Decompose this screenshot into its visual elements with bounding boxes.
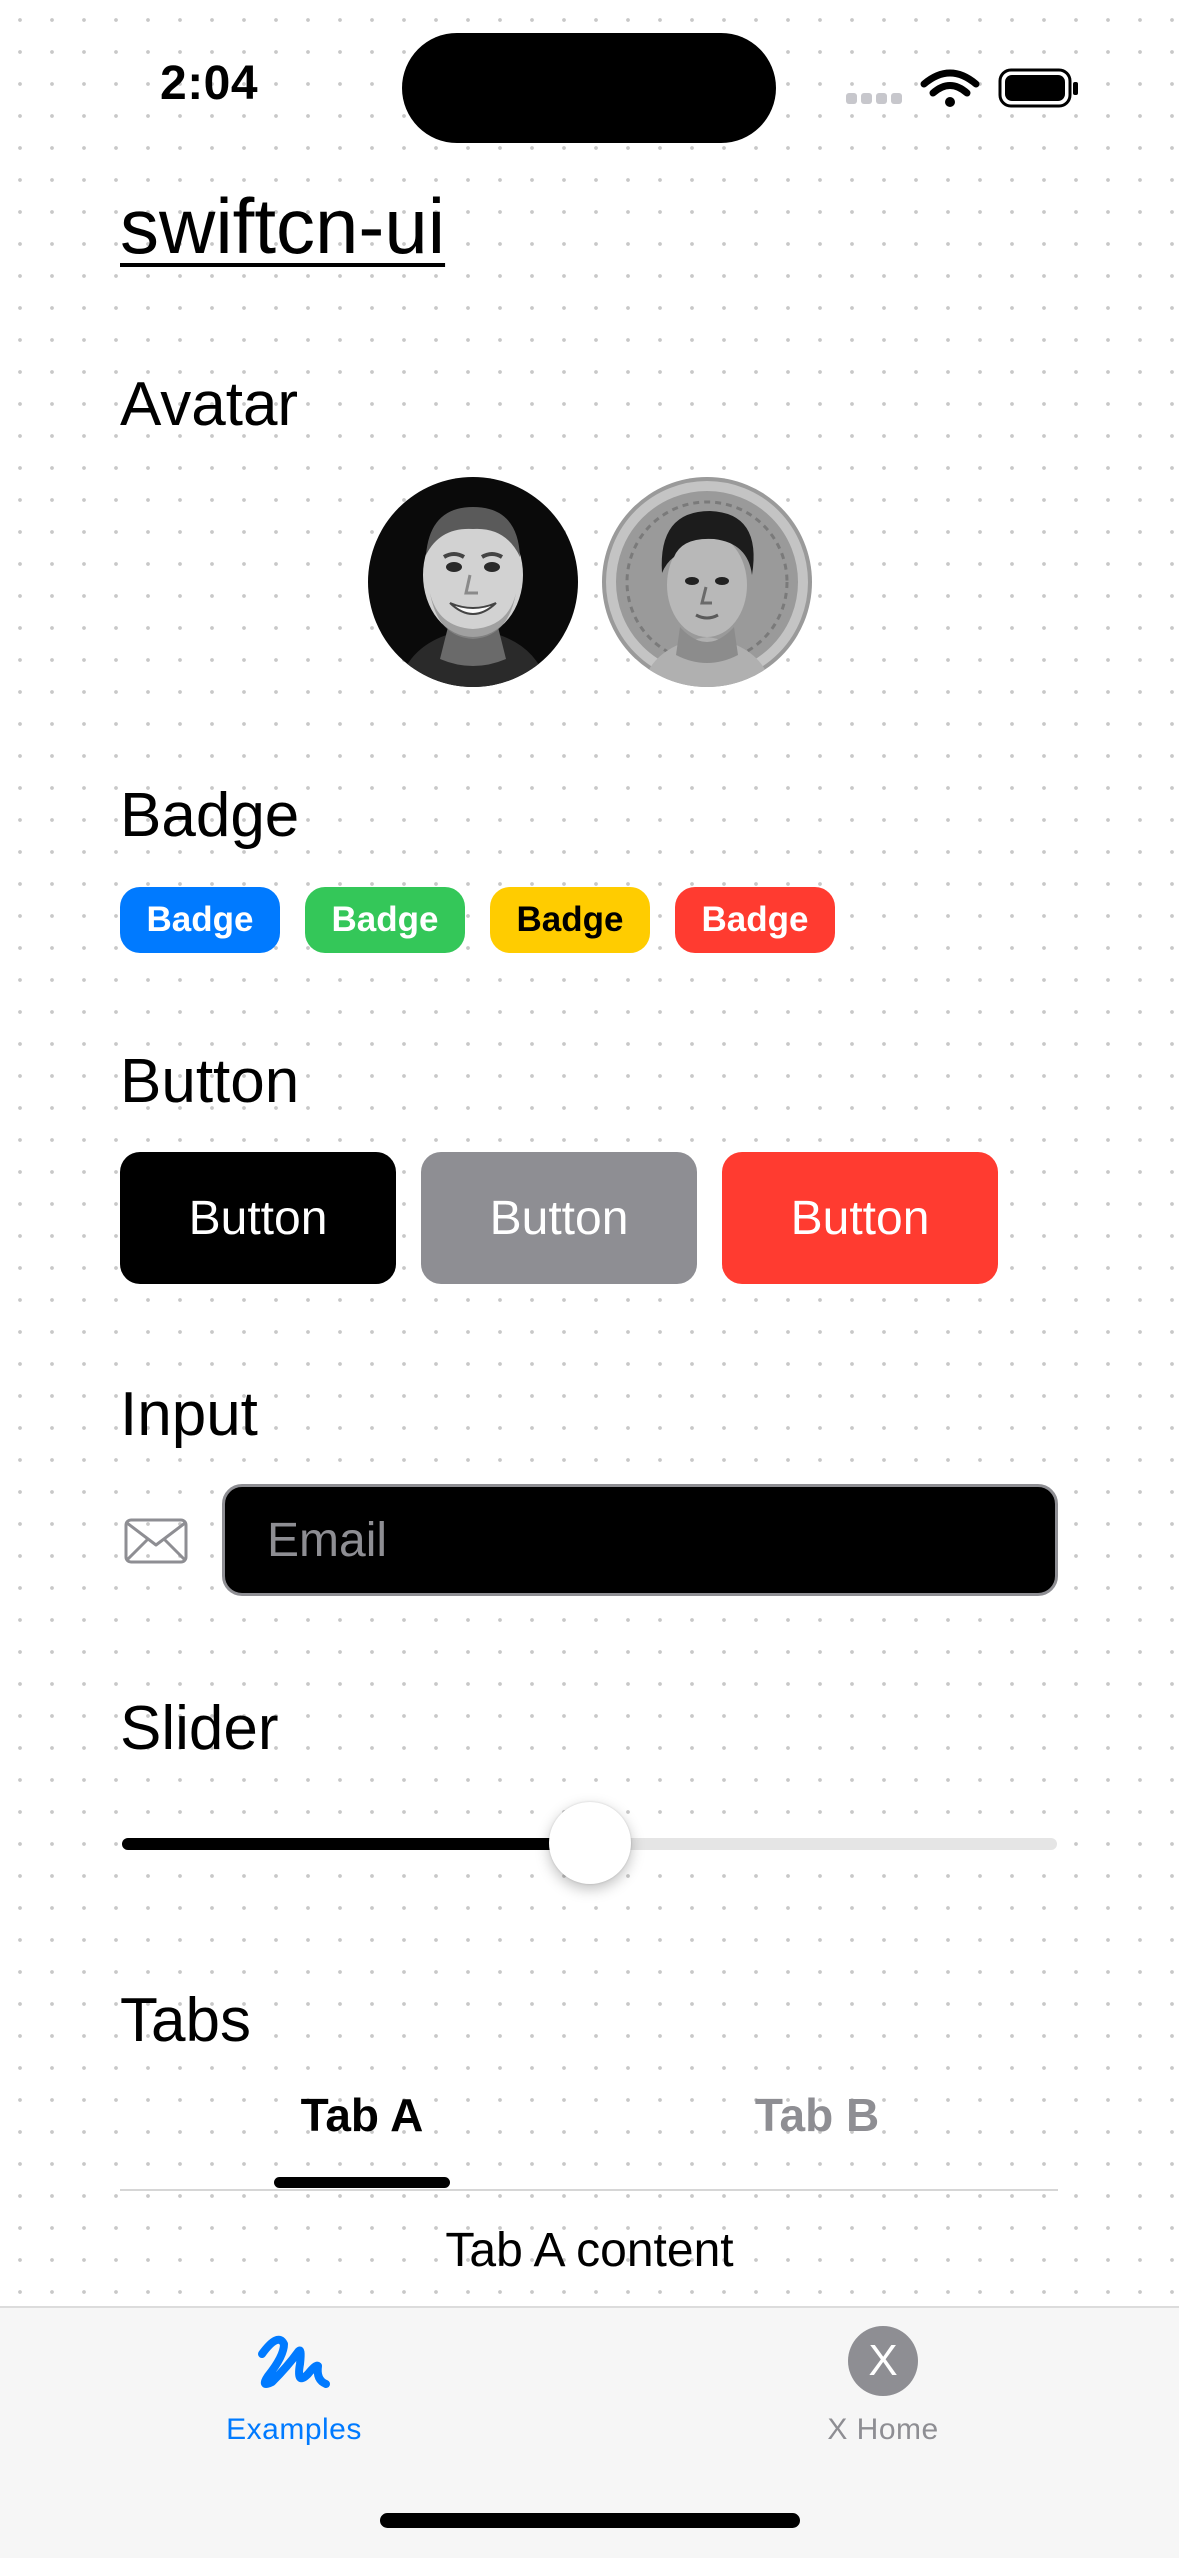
battery-icon <box>998 68 1078 108</box>
man-portrait-avatar <box>368 477 578 687</box>
destructive-button[interactable]: Button <box>722 1152 998 1284</box>
button-label: Button <box>489 1191 629 1245</box>
wifi-icon <box>920 69 980 107</box>
badge-label: Badge <box>146 900 254 939</box>
slider-thumb[interactable] <box>548 1802 631 1884</box>
tab-bar-item-examples[interactable]: Examples <box>144 2413 444 2447</box>
secondary-button[interactable]: Button <box>421 1152 697 1284</box>
cellular-signal-icon <box>846 93 902 104</box>
button-label: Button <box>188 1191 328 1245</box>
avatar <box>368 477 578 687</box>
slider-fill <box>122 1838 590 1850</box>
status-icons <box>846 68 1078 108</box>
x-circle-icon[interactable]: X <box>848 2326 918 2396</box>
badge-red: Badge <box>675 887 835 953</box>
primary-button[interactable]: Button <box>120 1152 396 1284</box>
tab-selection-indicator <box>274 2177 450 2188</box>
envelope-icon <box>124 1518 188 1564</box>
tab-divider <box>120 2189 1058 2191</box>
x-icon-letter: X <box>868 2336 898 2385</box>
button-label: Button <box>790 1191 930 1245</box>
badge-section-title: Badge <box>120 781 300 850</box>
tab-bar-item-x-home[interactable]: X Home <box>733 2413 1033 2447</box>
young-man-portrait-avatar <box>602 477 812 687</box>
badge-label: Badge <box>701 900 809 939</box>
slider-section-title: Slider <box>120 1694 279 1763</box>
badge-green: Badge <box>305 887 465 953</box>
avatar <box>602 477 812 687</box>
tabs-section-title: Tabs <box>120 1986 251 2055</box>
badge-yellow: Badge <box>490 887 650 953</box>
email-field[interactable]: Email <box>222 1484 1058 1596</box>
avatar-section-title: Avatar <box>120 370 299 439</box>
badge-label: Badge <box>516 900 624 939</box>
status-time: 2:04 <box>160 57 259 110</box>
scribble-icon[interactable] <box>254 2330 334 2396</box>
tab-a[interactable]: Tab A <box>212 2088 512 2142</box>
home-indicator <box>380 2513 800 2528</box>
page-title[interactable]: swiftcn-ui <box>120 186 445 266</box>
tab-content: Tab A content <box>445 2224 734 2277</box>
email-placeholder: Email <box>267 1513 388 1567</box>
badge-label: Badge <box>331 900 439 939</box>
dynamic-island <box>402 33 776 143</box>
badge-blue: Badge <box>120 887 280 953</box>
input-section-title: Input <box>120 1380 258 1449</box>
tab-b[interactable]: Tab B <box>667 2088 967 2142</box>
button-section-title: Button <box>120 1047 300 1116</box>
